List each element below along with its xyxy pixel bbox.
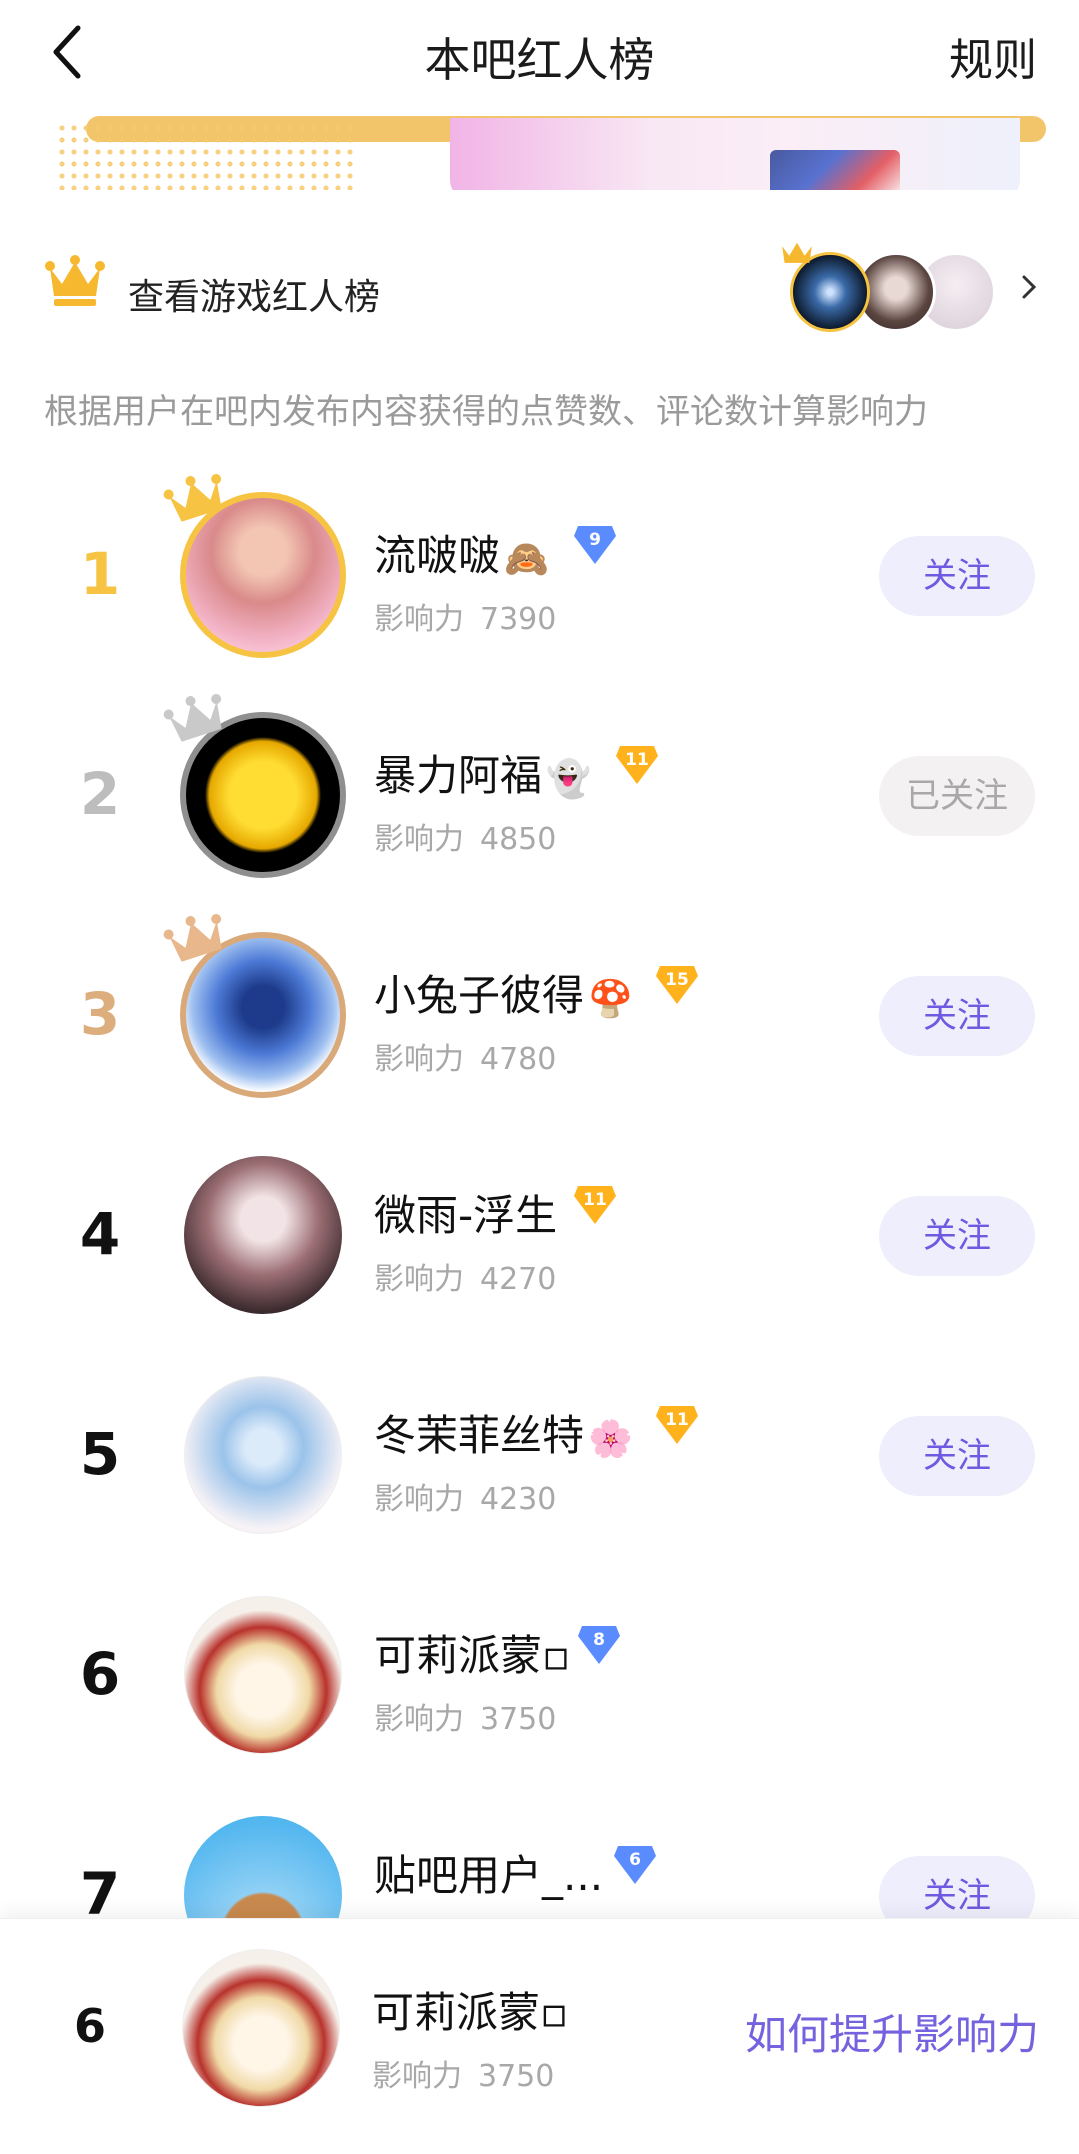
my-influence-text: 影响力 3750 <box>372 2059 555 2094</box>
influence-text: 影响力 4780 <box>374 1042 557 1077</box>
banner-image <box>450 118 1020 190</box>
rank-number: 6 <box>79 1640 121 1708</box>
emoji-icon: 👻 <box>546 758 591 800</box>
emoji-icon: 🙈 <box>504 538 549 580</box>
follow-button[interactable]: 关注 <box>879 1196 1035 1276</box>
avatar-stack <box>782 242 1016 334</box>
list-item[interactable]: 3 小兔子彼得 🍄 15 影响力 4780 关注 <box>0 900 1079 1120</box>
page-title: 本吧红人榜 <box>424 33 655 87</box>
my-rank-bar: 6 可莉派蒙▫ 影响力 3750 如何提升影响力 <box>0 1918 1079 2154</box>
emoji-icon: 🌸 <box>588 1418 633 1460</box>
avatar[interactable] <box>184 1376 342 1534</box>
my-user-name: 可莉派蒙▫ <box>372 1988 569 2037</box>
follow-button[interactable]: 关注 <box>879 1416 1035 1496</box>
influence-text: 影响力 3750 <box>374 1702 557 1737</box>
improve-influence-link[interactable]: 如何提升影响力 <box>745 2001 1039 2062</box>
rank-number: 3 <box>79 980 121 1048</box>
followed-button[interactable]: 已关注 <box>879 756 1035 836</box>
emoji-icon: 🍄 <box>588 978 633 1020</box>
follow-button[interactable]: 关注 <box>879 536 1035 616</box>
rank-number: 1 <box>79 540 121 608</box>
banner-dots <box>56 122 356 190</box>
level-number: 11 <box>625 750 649 770</box>
crown-icon <box>782 242 812 263</box>
rank-number: 4 <box>79 1200 121 1268</box>
my-rank-number: 6 <box>73 1999 106 2053</box>
avatar[interactable] <box>182 1949 340 2107</box>
level-number: 15 <box>665 970 689 990</box>
user-name[interactable]: 小兔子彼得 🍄 <box>374 962 633 1023</box>
rank-number: 5 <box>79 1420 121 1488</box>
crown-icon <box>45 255 105 306</box>
rank-number: 2 <box>79 760 121 828</box>
influence-text: 影响力 7390 <box>374 602 557 637</box>
user-name[interactable]: 微雨-浮生 <box>374 1182 561 1243</box>
ranking-list: 1 流啵啵 🙈 9 影响力 7390 关注 2 暴力阿福 👻 11 影响力 4850 已… <box>0 460 1079 2000</box>
top-bar: 本吧红人榜 规则 <box>0 0 1079 110</box>
game-ranking-entry[interactable]: 查看游戏红人榜 <box>0 232 1079 342</box>
chevron-right-icon <box>1022 275 1037 299</box>
banner[interactable] <box>0 110 1079 190</box>
user-name[interactable]: 可莉派蒙▫ <box>374 1622 574 1683</box>
user-name[interactable]: 贴吧用户_... <box>374 1842 603 1903</box>
avatar[interactable] <box>184 1156 342 1314</box>
list-item[interactable]: 5 冬茉菲丝特 🌸 11 影响力 4230 关注 <box>0 1340 1079 1560</box>
avatar[interactable] <box>184 1596 342 1754</box>
ranking-description: 根据用户在吧内发布内容获得的点赞数、评论数计算影响力 <box>44 392 928 432</box>
level-number: 11 <box>665 1410 689 1430</box>
user-name[interactable]: 暴力阿福 👻 <box>374 742 591 803</box>
user-name[interactable]: 流啵啵 🙈 <box>374 522 549 583</box>
influence-text: 影响力 4270 <box>374 1262 557 1297</box>
rules-link[interactable]: 规则 <box>949 24 1037 88</box>
game-ranking-label: 查看游戏红人榜 <box>128 277 381 318</box>
level-number: 8 <box>593 1630 605 1650</box>
influence-text: 影响力 4850 <box>374 822 557 857</box>
list-item[interactable]: 1 流啵啵 🙈 9 影响力 7390 关注 <box>0 460 1079 680</box>
user-name[interactable]: 冬茉菲丝特 🌸 <box>374 1402 633 1463</box>
follow-button[interactable]: 关注 <box>879 976 1035 1056</box>
level-number: 6 <box>629 1850 641 1870</box>
list-item[interactable]: 6 可莉派蒙▫ 8 影响力 3750 <box>0 1560 1079 1780</box>
level-number: 9 <box>589 530 601 550</box>
list-item[interactable]: 4 微雨-浮生 11 影响力 4270 关注 <box>0 1120 1079 1340</box>
level-number: 11 <box>583 1190 607 1210</box>
list-item[interactable]: 2 暴力阿福 👻 11 影响力 4850 已关注 <box>0 680 1079 900</box>
influence-text: 影响力 4230 <box>374 1482 557 1517</box>
